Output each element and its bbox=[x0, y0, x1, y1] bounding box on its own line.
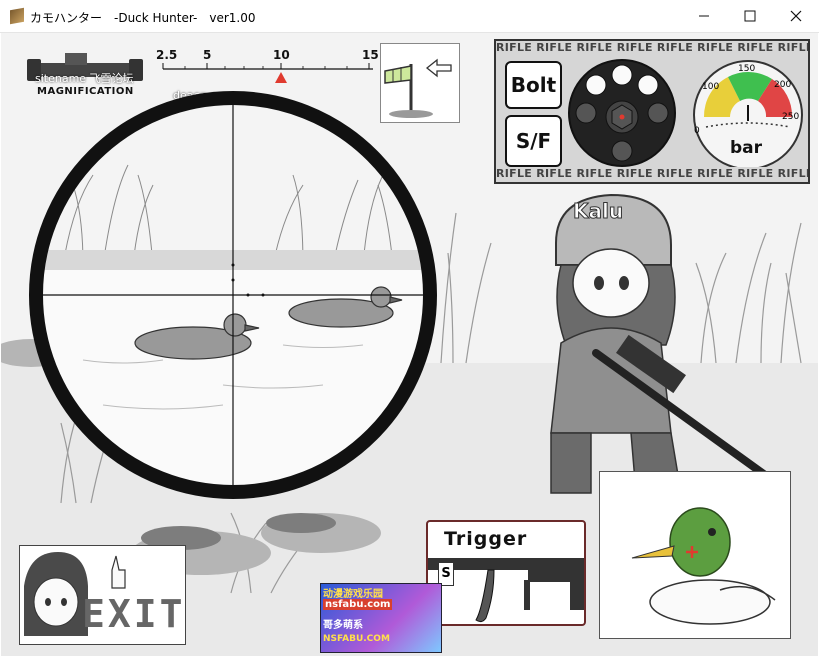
gauge-tick: 100 bbox=[702, 82, 719, 92]
magnification-indicator bbox=[275, 72, 287, 83]
ad-text: 动漫游戏乐园 bbox=[323, 589, 383, 600]
gauge-unit: bar bbox=[730, 138, 763, 158]
rifle-strip-top: RIFLE RIFLE RIFLE RIFLE RIFLE RIFLE RIFL… bbox=[496, 41, 808, 54]
loaded-round bbox=[637, 74, 659, 96]
safety-button[interactable]: S/F bbox=[505, 115, 562, 167]
loaded-round bbox=[585, 74, 607, 96]
magnification-tick: 10 bbox=[273, 48, 290, 62]
trigger-label: Trigger bbox=[444, 528, 528, 550]
close-icon bbox=[790, 10, 802, 22]
magnification-tick: 15 bbox=[362, 48, 379, 62]
empty-chamber bbox=[611, 140, 633, 162]
magnification-tick: 5 bbox=[203, 48, 212, 62]
game-canvas[interactable]: Kalu MAGNIFICATION 2.5 5 10 15 sitename … bbox=[1, 33, 818, 656]
ad-text: NSFABU.COM bbox=[323, 634, 390, 644]
magnification-tick: 2.5 bbox=[156, 48, 178, 62]
magazine-cylinder bbox=[568, 59, 676, 167]
ad-text: nsfabu.com bbox=[323, 599, 393, 610]
scope-view[interactable] bbox=[23, 85, 443, 505]
gauge-tick: 150 bbox=[738, 64, 755, 74]
window-title: カモハンター -Duck Hunter- ver1.00 bbox=[30, 11, 256, 25]
app-icon bbox=[10, 7, 24, 25]
rifle-status-panel: RIFLE RIFLE RIFLE RIFLE RIFLE RIFLE RIFL… bbox=[494, 39, 810, 184]
gauge-tick: 250 bbox=[782, 112, 799, 122]
ad-banner[interactable]: 动漫游戏乐园 nsfabu.com 哥多萌系 NSFABU.COM bbox=[320, 583, 442, 653]
loaded-round bbox=[611, 64, 633, 86]
minimize-icon bbox=[699, 15, 709, 17]
maximize-button[interactable] bbox=[727, 0, 773, 32]
exit-label: EXIT bbox=[82, 592, 186, 636]
hunter-character: Kalu bbox=[550, 193, 791, 499]
empty-chamber bbox=[575, 102, 597, 124]
arrow-left-icon bbox=[425, 58, 452, 78]
close-button[interactable] bbox=[773, 0, 819, 32]
duck-call-panel[interactable] bbox=[599, 471, 791, 639]
bolt-button[interactable]: Bolt bbox=[505, 61, 562, 109]
magnification-slider[interactable] bbox=[155, 49, 385, 89]
duck-decoy-icon bbox=[631, 507, 776, 625]
minimize-button[interactable] bbox=[681, 0, 727, 32]
girl-portrait bbox=[24, 552, 88, 636]
rifle-strip-bottom: RIFLE RIFLE RIFLE RIFLE RIFLE RIFLE RIFL… bbox=[496, 167, 808, 180]
trigger-button[interactable]: Trigger S bbox=[426, 520, 586, 626]
trigger-icon bbox=[475, 569, 584, 623]
gauge-tick: 0 bbox=[694, 126, 700, 136]
pointing-hand-icon bbox=[111, 555, 126, 589]
empty-chamber bbox=[647, 102, 669, 124]
maximize-icon bbox=[744, 10, 756, 22]
watermark-text: sitename 飞雪论坛 bbox=[35, 72, 134, 85]
helmet-text: Kalu bbox=[573, 199, 623, 223]
exit-button[interactable]: EXIT bbox=[19, 545, 186, 645]
title-bar: カモハンター -Duck Hunter- ver1.00 bbox=[0, 0, 819, 33]
gauge-tick: 200 bbox=[774, 80, 791, 90]
pressure-gauge: bar 0 100 150 200 250 bbox=[693, 60, 803, 167]
ad-text: 哥多萌系 bbox=[323, 620, 363, 631]
